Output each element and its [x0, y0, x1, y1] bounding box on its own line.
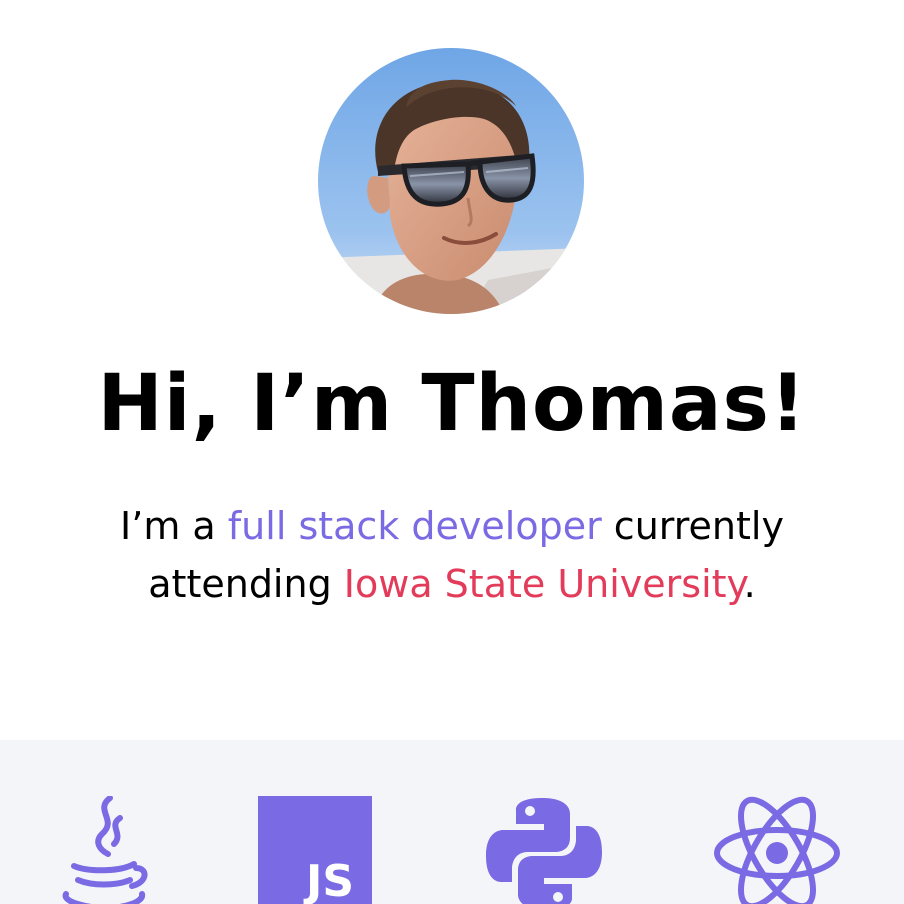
- intro-text: I’m a full stack developer currently att…: [0, 497, 904, 613]
- intro-line-2-prefix: attending: [148, 562, 344, 606]
- page: Hi, I’m Thomas! I’m a full stack develop…: [0, 0, 904, 904]
- university-highlight: Iowa State University: [343, 562, 744, 606]
- python-icon: [486, 798, 602, 904]
- profile-avatar: [318, 48, 584, 314]
- intro-line-1: I’m a full stack developer currently: [0, 497, 904, 555]
- java-icon: [62, 796, 148, 904]
- intro-line-2: attending Iowa State University.: [0, 555, 904, 613]
- intro-line-2-suffix: .: [743, 562, 756, 606]
- react-icon: [714, 796, 840, 904]
- javascript-icon-label: JS: [303, 856, 354, 904]
- javascript-icon: JS: [258, 796, 372, 904]
- intro-line-1-suffix: currently: [601, 504, 784, 548]
- page-title: Hi, I’m Thomas!: [97, 359, 807, 449]
- intro-line-1-prefix: I’m a: [120, 504, 228, 548]
- profile-photo: [318, 48, 584, 314]
- role-highlight: full stack developer: [227, 504, 602, 548]
- skills-section: JS: [0, 740, 904, 904]
